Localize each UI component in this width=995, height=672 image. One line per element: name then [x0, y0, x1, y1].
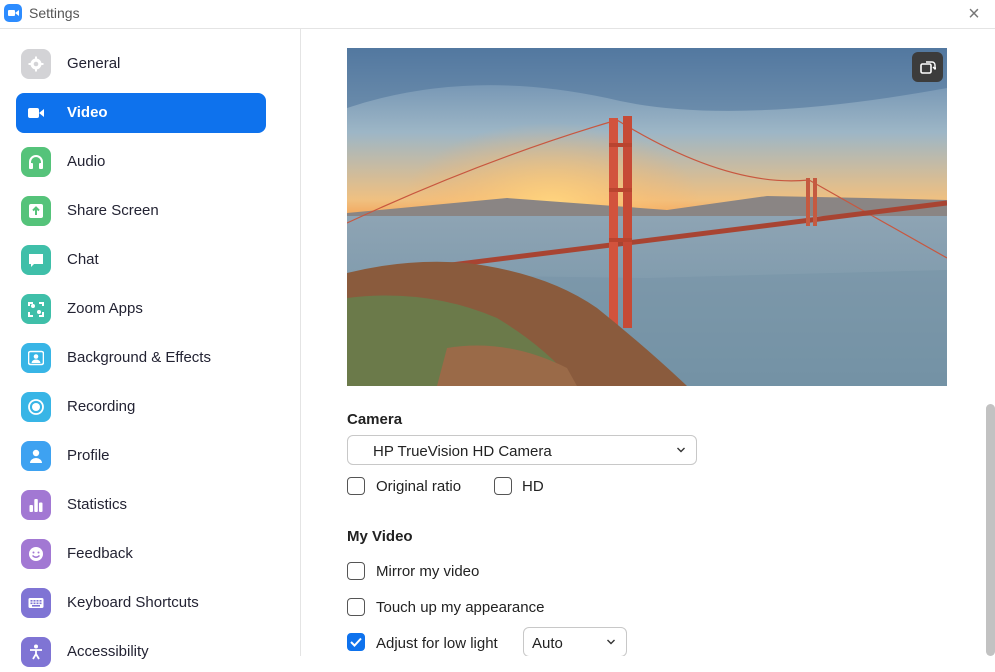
video-camera-icon: [21, 98, 51, 128]
sidebar-item-label: Audio: [67, 153, 106, 170]
hd-label: HD: [522, 478, 544, 495]
chat-bubble-icon: [21, 245, 51, 275]
window-title: Settings: [29, 5, 80, 21]
sidebar-item-label: Background & Effects: [67, 349, 211, 366]
keyboard-icon: [21, 588, 51, 618]
headphones-icon: [21, 147, 51, 177]
settings-sidebar: General Video Audio Share Screen Chat Zo…: [0, 29, 301, 667]
checkmark-icon: [349, 637, 362, 647]
sidebar-item-label: Chat: [67, 251, 99, 268]
video-preview: [347, 48, 947, 386]
person-background-icon: [21, 343, 51, 373]
scrollbar[interactable]: [985, 29, 995, 656]
low-light-mode-value: Auto: [532, 635, 563, 652]
share-screen-icon: [21, 196, 51, 226]
sidebar-item-label: Keyboard Shortcuts: [67, 594, 199, 611]
hd-checkbox[interactable]: [494, 477, 512, 495]
low-light-checkbox[interactable]: [347, 633, 365, 651]
sidebar-item-label: Statistics: [67, 496, 128, 513]
sidebar-item-share-screen[interactable]: Share Screen: [16, 191, 266, 231]
sidebar-item-label: Accessibility: [67, 643, 149, 660]
sidebar-item-keyboard-shortcuts[interactable]: Keyboard Shortcuts: [16, 583, 266, 623]
record-icon: [21, 392, 51, 422]
sidebar-item-profile[interactable]: Profile: [16, 436, 266, 476]
sidebar-item-general[interactable]: General: [16, 44, 266, 84]
mirror-video-label: Mirror my video: [376, 563, 480, 580]
original-ratio-checkbox[interactable]: [347, 477, 365, 495]
scrollbar-thumb[interactable]: [986, 404, 995, 656]
bar-chart-icon: [21, 490, 51, 520]
video-settings-panel: Camera HP TrueVision HD Camera Original …: [301, 29, 995, 656]
zoom-app-icon: [4, 4, 22, 22]
original-ratio-label: Original ratio: [376, 478, 462, 495]
sidebar-item-label: Profile: [67, 447, 110, 464]
gear-icon: [21, 49, 51, 79]
smiley-icon: [21, 539, 51, 569]
sidebar-item-label: Feedback: [67, 545, 133, 562]
chevron-down-icon: [677, 447, 685, 453]
sidebar-item-label: Share Screen: [67, 202, 159, 219]
sidebar-item-background-effects[interactable]: Background & Effects: [16, 338, 266, 378]
sidebar-item-chat[interactable]: Chat: [16, 240, 266, 280]
sidebar-item-zoom-apps[interactable]: Zoom Apps: [16, 289, 266, 329]
camera-section-title: Camera: [347, 411, 403, 428]
sidebar-item-label: General: [67, 55, 121, 72]
rotate-icon[interactable]: [912, 52, 943, 82]
camera-select-value: HP TrueVision HD Camera: [373, 443, 552, 460]
title-bar: Settings ×: [0, 0, 995, 29]
sidebar-item-label: Recording: [67, 398, 136, 415]
mirror-video-checkbox[interactable]: [347, 562, 365, 580]
sidebar-item-audio[interactable]: Audio: [16, 142, 266, 182]
my-video-section-title: My Video: [347, 528, 413, 545]
low-light-label: Adjust for low light: [376, 635, 498, 652]
accessibility-icon: [21, 637, 51, 667]
sidebar-item-video[interactable]: Video: [16, 93, 266, 133]
chevron-down-icon: [607, 639, 615, 645]
touch-up-label: Touch up my appearance: [376, 599, 545, 616]
sidebar-item-label: Video: [67, 104, 108, 121]
sidebar-item-feedback[interactable]: Feedback: [16, 534, 266, 574]
camera-select[interactable]: HP TrueVision HD Camera: [347, 435, 697, 465]
touch-up-checkbox[interactable]: [347, 598, 365, 616]
sidebar-item-accessibility[interactable]: Accessibility: [16, 632, 266, 672]
person-icon: [21, 441, 51, 471]
apps-icon: [21, 294, 51, 324]
close-icon[interactable]: ×: [962, 2, 986, 26]
sidebar-item-recording[interactable]: Recording: [16, 387, 266, 427]
sidebar-item-label: Zoom Apps: [67, 300, 143, 317]
sidebar-item-statistics[interactable]: Statistics: [16, 485, 266, 525]
low-light-mode-select[interactable]: Auto: [523, 627, 627, 656]
